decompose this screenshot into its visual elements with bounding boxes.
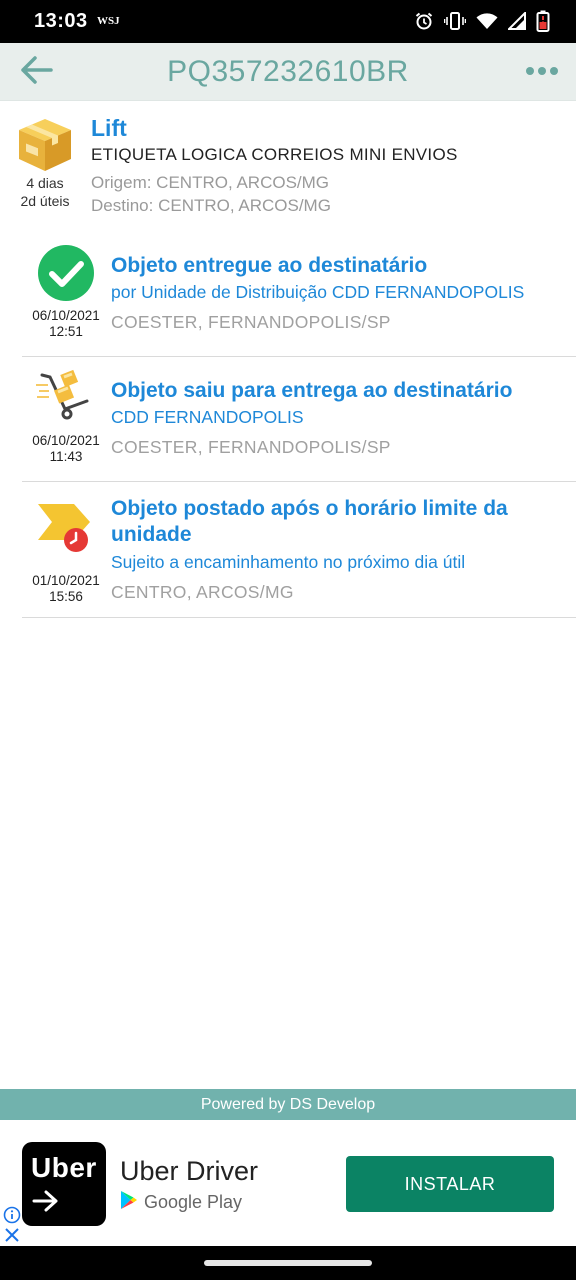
alarm-icon <box>414 11 434 31</box>
package-box-icon <box>10 115 80 173</box>
event-title: Objeto saiu para entrega ao destinatário <box>111 379 513 402</box>
ad-store-label: Google Play <box>144 1192 243 1212</box>
page-title: PQ357232610BR <box>167 55 409 88</box>
arrow-right-icon <box>32 1190 60 1217</box>
package-origin: Origem: CENTRO, ARCOS/MG <box>91 173 330 192</box>
event-date: 06/10/2021 <box>32 308 100 323</box>
wifi-icon <box>476 12 498 30</box>
home-gesture-handle[interactable] <box>204 1260 372 1266</box>
divider <box>22 617 576 618</box>
ad-app-name[interactable]: Uber Driver <box>120 1156 258 1187</box>
google-play-badge: Google Play <box>120 1190 242 1215</box>
event-location: COESTER, FERNANDOPOLIS/SP <box>111 312 391 332</box>
powered-by-footer: Powered by DS Develop <box>0 1089 576 1120</box>
vibrate-icon <box>444 11 466 31</box>
event-subtitle: CDD FERNANDOPOLIS <box>111 407 304 427</box>
app-bar: PQ357232610BR <box>0 43 576 101</box>
status-time: 13:03 <box>34 10 88 32</box>
event-location: COESTER, FERNANDOPOLIS/SP <box>111 437 391 457</box>
event-time: 11:43 <box>49 449 83 464</box>
system-nav-bar <box>0 1246 576 1280</box>
event-time: 15:56 <box>49 589 83 604</box>
tracking-event[interactable]: 06/10/2021 12:51 Objeto entregue ao dest… <box>0 236 576 357</box>
ad-logo-text: Uber <box>31 1152 97 1183</box>
event-title: Objeto postado após o horário limite da … <box>111 497 508 546</box>
event-title: Objeto entregue ao destinatário <box>111 254 428 277</box>
signal-icon <box>508 12 526 30</box>
event-subtitle: Sujeito a encaminhamento no próximo dia … <box>111 552 466 572</box>
tracking-events-list: 06/10/2021 12:51 Objeto entregue ao dest… <box>0 236 576 618</box>
battery-icon <box>536 10 550 32</box>
tracking-event[interactable]: 06/10/2021 11:43 Objeto saiu para entreg… <box>0 357 576 482</box>
event-date: 06/10/2021 <box>32 433 100 448</box>
google-play-icon <box>120 1190 138 1215</box>
install-button[interactable]: INSTALAR <box>346 1156 554 1212</box>
package-days: 4 dias <box>26 175 64 191</box>
event-time: 12:51 <box>49 324 83 339</box>
tracking-event[interactable]: 01/10/2021 15:56 Objeto postado após o h… <box>0 482 576 618</box>
package-info-column: 4 dias 2d úteis <box>10 115 80 209</box>
package-header: 4 dias 2d úteis Lift ETIQUETA LOGICA COR… <box>0 101 576 231</box>
more-horizontal-icon <box>525 63 559 81</box>
hand-truck-icon <box>36 365 96 423</box>
package-name: Lift <box>91 115 127 141</box>
package-description: ETIQUETA LOGICA CORREIOS MINI ENVIOS <box>91 145 458 164</box>
package-destination: Destino: CENTRO, ARCOS/MG <box>91 196 331 215</box>
package-business-days: 2d úteis <box>20 193 70 209</box>
event-date: 01/10/2021 <box>32 573 100 588</box>
ad-banner[interactable]: Uber Uber Driver Google Play INSTALAR <box>0 1120 576 1246</box>
uber-app-logo[interactable]: Uber <box>22 1142 106 1226</box>
notification-wsj-icon: WSJ <box>97 15 120 27</box>
posted-late-clock-icon <box>36 500 96 558</box>
event-subtitle: por Unidade de Distribuição CDD FERNANDO… <box>111 282 525 302</box>
more-options-button[interactable] <box>522 55 562 89</box>
status-icons <box>414 10 550 32</box>
status-bar: 13:03 WSJ <box>0 0 576 43</box>
delivered-check-icon <box>36 244 96 302</box>
event-location: CENTRO, ARCOS/MG <box>111 582 294 602</box>
